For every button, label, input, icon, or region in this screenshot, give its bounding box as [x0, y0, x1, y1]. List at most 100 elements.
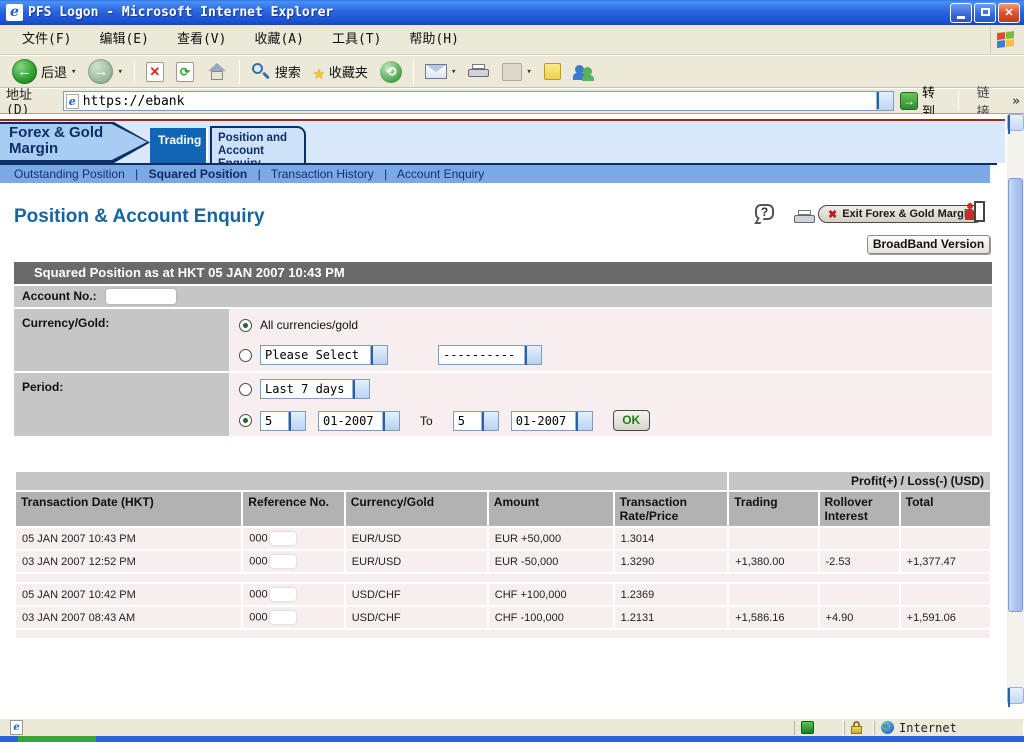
- from-month-select[interactable]: 01-2007: [318, 411, 400, 431]
- menu-file[interactable]: 文件(F): [8, 25, 85, 55]
- from-day-select[interactable]: 5: [260, 411, 306, 431]
- home-button[interactable]: [200, 57, 234, 87]
- to-month-value: 01-2007: [512, 414, 567, 428]
- title-bar: e PFS Logon - Microsoft Internet Explore…: [0, 0, 1024, 25]
- period-preset-select[interactable]: Last 7 days: [260, 379, 370, 399]
- discuss-button[interactable]: [538, 57, 567, 87]
- radio-period-preset[interactable]: [239, 383, 252, 396]
- table-row: 03 JAN 2007 08:43 AM 000 USD/CHF CHF -10…: [16, 607, 990, 628]
- browser-window: e PFS Logon - Microsoft Internet Explore…: [0, 0, 1024, 742]
- table-spacer-row: [16, 574, 990, 582]
- forward-dropdown-icon[interactable]: ▾: [117, 67, 122, 77]
- currency-gold-label: Currency/Gold:: [14, 309, 229, 371]
- windows-logo: [990, 27, 1020, 53]
- mail-icon: [425, 64, 447, 79]
- broadband-version-button[interactable]: BroadBand Version: [867, 235, 990, 254]
- address-bar: 地址(D) e https://ebank → 转到 链接 »: [0, 89, 1024, 114]
- start-button-edge: [18, 736, 96, 742]
- chevron-down-icon[interactable]: [288, 412, 305, 430]
- address-input[interactable]: e https://ebank: [63, 91, 895, 111]
- col-transaction-rate: Transaction Rate/Price: [615, 492, 728, 526]
- back-button[interactable]: ← 后退 ▾: [6, 57, 82, 87]
- close-button[interactable]: ✕: [998, 3, 1020, 23]
- favorites-star-icon: ★: [313, 62, 325, 82]
- radio-period-range[interactable]: [239, 414, 252, 427]
- chevron-down-icon[interactable]: [481, 412, 498, 430]
- cell-rate: 1.2131: [615, 607, 728, 628]
- links-chevron-icon[interactable]: »: [1012, 94, 1020, 109]
- scrollbar-thumb[interactable]: [1008, 178, 1023, 612]
- currency-select[interactable]: Please Select: [260, 345, 388, 365]
- cell-amount: EUR +50,000: [489, 528, 613, 549]
- subnav-account-enquiry[interactable]: Account Enquiry: [397, 167, 484, 181]
- messenger-button[interactable]: [567, 57, 601, 87]
- chevron-down-icon[interactable]: [524, 346, 541, 364]
- restore-button[interactable]: [974, 3, 996, 23]
- cell-pair: USD/CHF: [346, 584, 487, 605]
- subnav-transaction-history[interactable]: Transaction History: [271, 167, 374, 181]
- chevron-down-icon[interactable]: [575, 412, 592, 430]
- page-favicon: e: [66, 94, 79, 109]
- cell-rollover: -2.53: [820, 551, 899, 572]
- status-lock-pane: [844, 721, 874, 735]
- menu-favorites[interactable]: 收藏(A): [240, 25, 317, 55]
- col-currency-gold: Currency/Gold: [346, 492, 487, 526]
- favorites-button[interactable]: ★ 收藏夹: [307, 57, 374, 87]
- profit-loss-header-row: Profit(+) / Loss(-) (USD): [16, 472, 990, 490]
- edit-dropdown-icon[interactable]: ▾: [526, 67, 531, 77]
- ie-app-icon: e: [6, 4, 23, 21]
- update-icon: [801, 721, 814, 734]
- forward-button[interactable]: → ▾: [82, 57, 128, 87]
- table-header-row: Transaction Date (HKT) Reference No. Cur…: [16, 492, 990, 526]
- logout-door-icon[interactable]: [964, 201, 986, 223]
- to-day-select[interactable]: 5: [453, 411, 499, 431]
- to-month-select[interactable]: 01-2007: [511, 411, 593, 431]
- menu-edit[interactable]: 编辑(E): [85, 25, 162, 55]
- menu-help[interactable]: 帮助(H): [395, 25, 472, 55]
- radio-all-currencies[interactable]: [239, 319, 252, 332]
- tab-trading[interactable]: Trading: [150, 128, 208, 163]
- vertical-scrollbar[interactable]: [1007, 114, 1024, 704]
- menu-view[interactable]: 查看(V): [163, 25, 240, 55]
- mail-button[interactable]: ▾: [419, 57, 462, 87]
- cell-rate: 1.3014: [615, 528, 728, 549]
- print-button[interactable]: [462, 57, 496, 87]
- back-dropdown-icon[interactable]: ▾: [71, 67, 76, 77]
- help-icon[interactable]: ?: [755, 204, 777, 224]
- radio-select-currency[interactable]: [239, 349, 252, 362]
- subnav-squared-position[interactable]: Squared Position: [149, 167, 248, 181]
- document-icon: e: [10, 720, 23, 735]
- cell-reference: 000: [243, 551, 343, 572]
- minimize-button[interactable]: [950, 3, 972, 23]
- zone-label: Internet: [899, 721, 957, 735]
- search-label: 搜索: [275, 62, 301, 81]
- tab-position-account-enquiry[interactable]: Position and Account Enquiry: [210, 126, 306, 165]
- scroll-down-button[interactable]: [1007, 687, 1024, 704]
- exit-forex-gold-margin-button[interactable]: ✖ Exit Forex & Gold Margin: [818, 205, 984, 223]
- reference-prefix: 000: [249, 611, 267, 623]
- edit-button[interactable]: ▾: [496, 57, 537, 87]
- squared-position-table: Profit(+) / Loss(-) (USD) Transaction Da…: [14, 470, 992, 640]
- menu-tools[interactable]: 工具(T): [318, 25, 395, 55]
- chevron-down-icon[interactable]: [370, 346, 387, 364]
- cell-amount: EUR -50,000: [489, 551, 613, 572]
- stop-button[interactable]: ✕: [140, 57, 170, 87]
- chevron-down-icon[interactable]: [382, 412, 399, 430]
- chevron-down-icon[interactable]: [352, 380, 369, 398]
- mail-dropdown-icon[interactable]: ▾: [451, 67, 456, 77]
- cell-rate: 1.2369: [615, 584, 728, 605]
- reference-redacted: [270, 532, 296, 545]
- scroll-up-button[interactable]: [1007, 114, 1024, 131]
- printer-icon: [794, 210, 816, 226]
- addressbar-separator: [958, 91, 959, 111]
- subnav-outstanding-position[interactable]: Outstanding Position: [14, 167, 125, 181]
- print-page-button[interactable]: [788, 203, 822, 233]
- search-button[interactable]: 搜索: [245, 57, 307, 87]
- refresh-button[interactable]: ⟳: [170, 57, 200, 87]
- ok-button[interactable]: OK: [613, 410, 650, 431]
- toolbar-separator: [134, 60, 135, 84]
- messenger-icon: [573, 63, 595, 81]
- pair-select[interactable]: ----------: [438, 345, 542, 365]
- address-dropdown-button[interactable]: [876, 92, 893, 110]
- history-button[interactable]: ⟲: [374, 57, 408, 87]
